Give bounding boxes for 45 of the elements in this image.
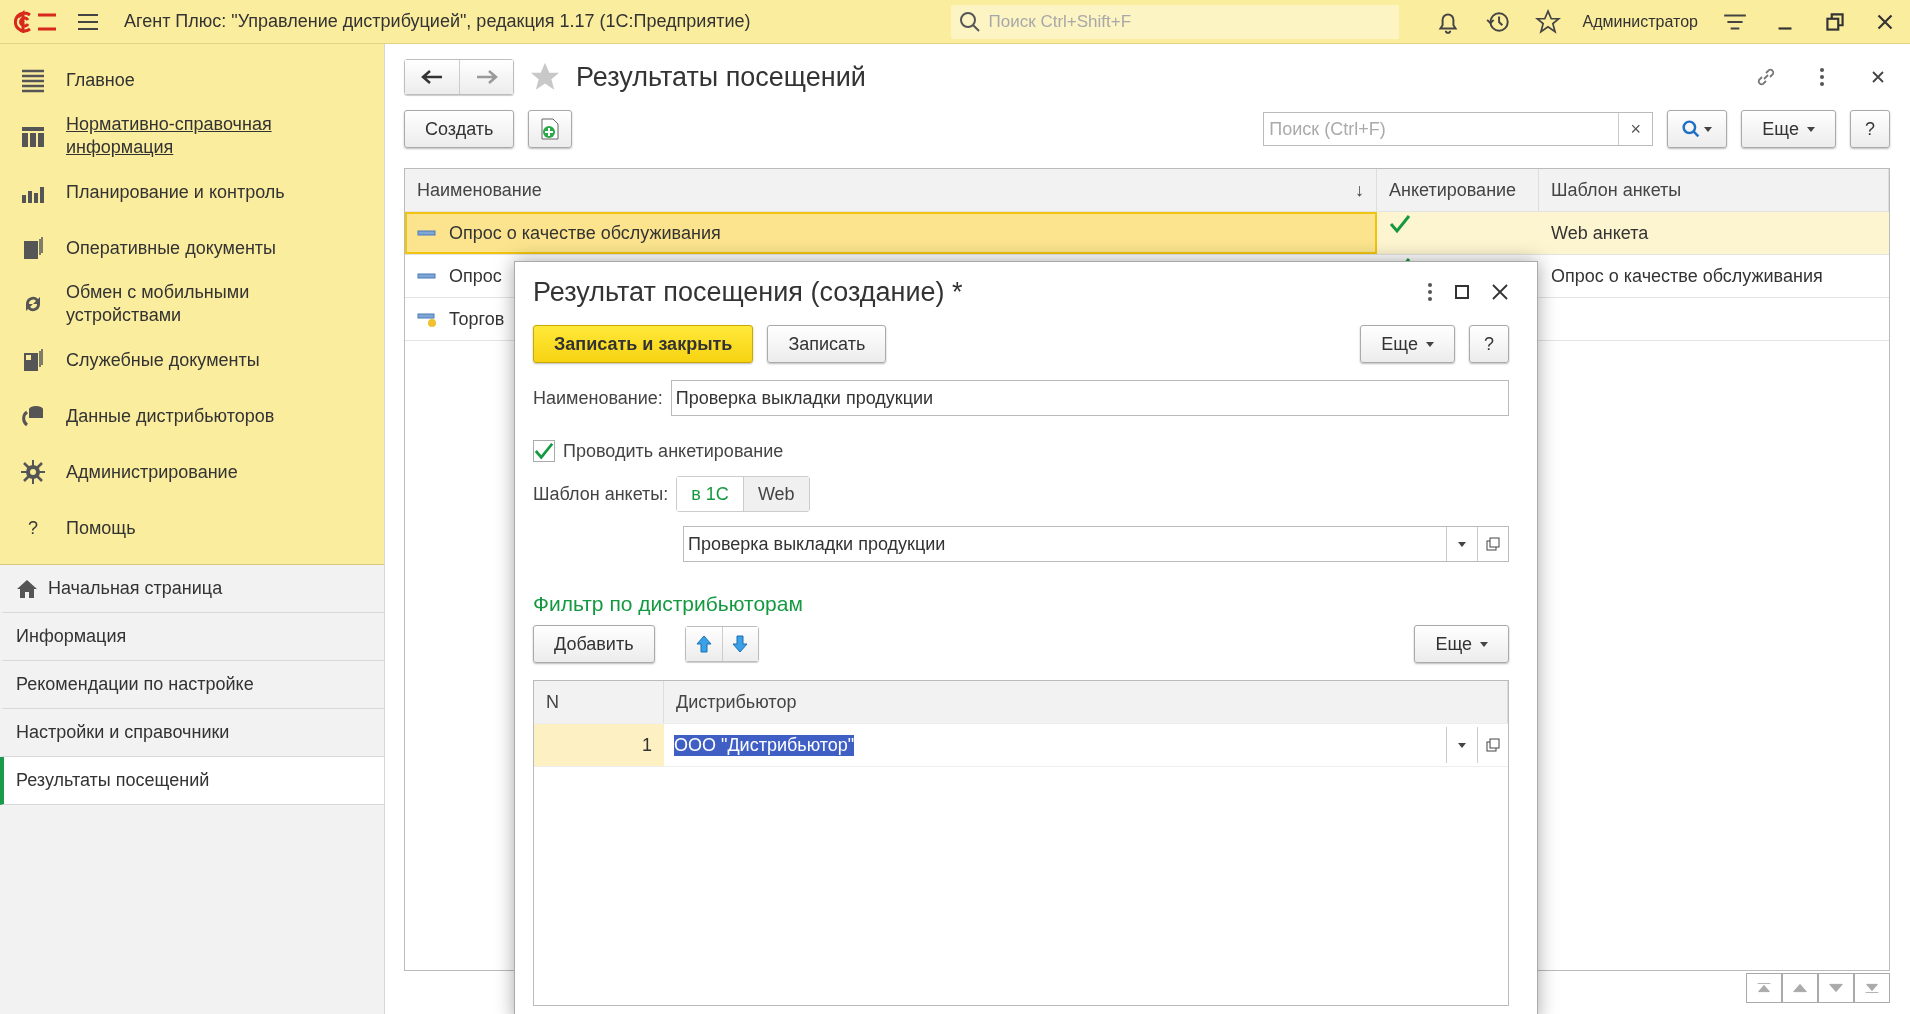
section-title: Фильтр по дистрибьюторам	[533, 592, 804, 616]
dialog-title: Результат посещения (создание) *	[533, 276, 964, 308]
more-button[interactable]: Еще	[1741, 110, 1836, 148]
search-field[interactable]: Поиск (Ctrl+F) ×	[1263, 112, 1654, 146]
column-header[interactable]: Наименование ↓	[405, 169, 1377, 211]
app-title: Агент Плюс: "Управление дистрибуцией", редакция 1.17 (1С:Предприятие)	[124, 11, 752, 32]
section-link[interactable]: Оперативные документы	[0, 220, 384, 276]
save-button[interactable]: Записать	[767, 325, 887, 363]
section-link[interactable]: Данные дистрибьюторов	[0, 388, 384, 444]
more-button[interactable]: Еще	[1414, 625, 1509, 663]
open-window-tab[interactable]: Результаты посещений	[0, 757, 384, 805]
section-link[interactable]: Служебные документы	[0, 332, 384, 388]
section-link[interactable]: Главное	[0, 52, 384, 108]
section-link[interactable]: Обмен с мобильными устройствами	[0, 276, 384, 332]
save-and-close-button[interactable]: Записать и закрыть	[533, 325, 754, 363]
field-label: Шаблон анкеты:	[533, 483, 669, 505]
distributor-field[interactable]: ООО "Дистрибьютор"	[674, 727, 1508, 763]
help-button[interactable]: ?	[1850, 110, 1890, 148]
more-button[interactable]: Еще	[1360, 325, 1455, 363]
column-header[interactable]: Дистрибьютор	[664, 681, 1508, 723]
help-icon: ?	[20, 516, 46, 540]
column-header[interactable]: Анкетирование	[1377, 169, 1539, 211]
section-link[interactable]: ? Помощь	[0, 500, 384, 556]
table-cell: Web анкета	[1539, 212, 1889, 254]
field-label: Наименование:	[533, 387, 663, 409]
section-link[interactable]: Администрирование	[0, 444, 384, 500]
row-number: 1	[534, 724, 664, 766]
add-button[interactable]: Добавить	[533, 625, 655, 663]
column-header[interactable]: N	[534, 681, 664, 723]
section-link[interactable]: Нормативно-справочная информация	[0, 108, 384, 164]
user-name[interactable]: Администратор	[1582, 12, 1698, 31]
column-header[interactable]: Шаблон анкеты	[1539, 169, 1889, 211]
form-title: Результаты посещений	[576, 61, 867, 93]
template-field[interactable]: Проверка выкладки продукции	[683, 526, 1509, 562]
table-cell[interactable]: Опрос о качестве обслуживания	[405, 212, 1377, 254]
search-field[interactable]: Поиск Ctrl+Shift+F	[950, 4, 1399, 39]
section-link[interactable]: Планирование и контроль	[0, 164, 384, 220]
field-value: Проверка выкладки продукции	[687, 532, 947, 556]
template-option[interactable]: Web	[742, 477, 809, 511]
name-field[interactable]: Проверка выкладки продукции	[670, 380, 1509, 416]
search-input[interactable]: Поиск Ctrl+Shift+F	[986, 10, 1399, 33]
help-button[interactable]: ?	[1469, 325, 1509, 363]
sort-mark: ↓	[1355, 179, 1364, 201]
create-button[interactable]: Создать	[404, 110, 515, 148]
survey-checkbox[interactable]: Проводить анкетирование	[533, 440, 1509, 462]
